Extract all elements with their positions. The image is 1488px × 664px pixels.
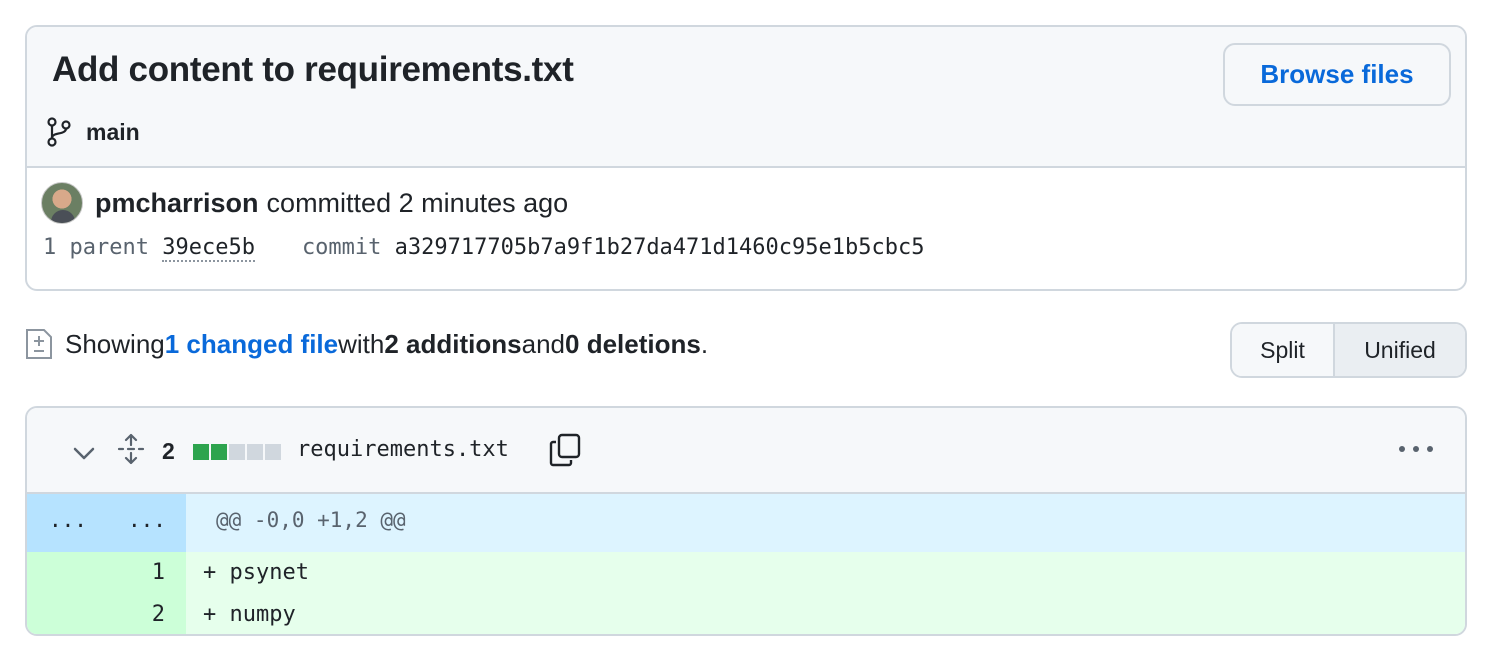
hunk-header: @@ -0,0 +1,2 @@ (216, 508, 406, 532)
commit-box: Add content to requirements.txt Browse f… (25, 25, 1467, 291)
branch: main (46, 117, 140, 147)
expand-left-button[interactable]: ... (49, 508, 87, 532)
summary-suffix: . (700, 328, 709, 359)
line-code: + numpy (203, 602, 296, 627)
diffstat-block-added (193, 444, 209, 460)
diffstat-block-added (211, 444, 227, 460)
file-header: 2 requirements.txt (27, 408, 1465, 494)
diffstat-block-neutral (265, 444, 281, 460)
line-gutter: 1 (27, 552, 186, 594)
file-name-link[interactable]: requirements.txt (297, 437, 509, 462)
diff-summary: Showing 1 changed file with 2 additions … (25, 328, 708, 360)
chevron-down-icon[interactable] (71, 440, 97, 466)
commit-sha: a329717705b7a9f1b27da471d1460c95e1b5cbc5 (394, 235, 925, 260)
diff-view-toggle: Split Unified (1230, 322, 1467, 378)
split-view-button[interactable]: Split (1232, 324, 1335, 376)
parent-label: 1 parent (43, 235, 163, 260)
changed-files-link[interactable]: 1 changed file (165, 329, 338, 360)
summary-prefix: Showing (65, 328, 165, 359)
line-gutter: 2 (27, 594, 186, 634)
unified-view-button[interactable]: Unified (1335, 324, 1465, 376)
diffstat-bar (193, 444, 281, 460)
commit-label: commit (301, 235, 395, 260)
line-code: + psynet (203, 560, 309, 585)
commit-time: committed 2 minutes ago (266, 187, 569, 218)
file-diff-icon (26, 329, 52, 359)
hunk-header-row: ... ... @@ -0,0 +1,2 @@ (27, 494, 1465, 552)
file-diff: 2 requirements.txt ... ... @@ -0,0 +1,2 … (25, 406, 1467, 636)
parent-sha-link[interactable]: 39ece5b (162, 235, 255, 262)
git-branch-icon (47, 117, 71, 147)
change-count: 2 (162, 438, 175, 464)
diff-line: 1 + psynet (27, 552, 1465, 594)
kebab-menu-icon[interactable] (1397, 442, 1435, 456)
diffstat-block-neutral (247, 444, 263, 460)
copy-icon[interactable] (549, 433, 581, 467)
line-number[interactable]: 1 (127, 560, 165, 585)
branch-name[interactable]: main (86, 119, 140, 146)
expand-right-button[interactable]: ... (128, 508, 166, 532)
browse-files-button[interactable]: Browse files (1223, 43, 1451, 106)
hunk-gutter: ... ... (27, 494, 186, 552)
author-name[interactable]: pmcharrison (95, 188, 259, 219)
commit-header: Add content to requirements.txt Browse f… (27, 27, 1465, 168)
additions-count: 2 additions (384, 328, 522, 359)
diffstat-block-neutral (229, 444, 245, 460)
diff-line: 2 + numpy (27, 594, 1465, 634)
line-number[interactable]: 2 (127, 602, 165, 627)
deletions-count: 0 deletions (565, 328, 701, 359)
summary-with: with (338, 328, 385, 359)
commit-title: Add content to requirements.txt (52, 50, 574, 89)
avatar[interactable] (41, 182, 83, 224)
summary-and: and (521, 328, 566, 359)
unfold-icon[interactable] (117, 433, 145, 465)
author-row: pmcharrison committed 2 minutes ago (41, 182, 568, 224)
sha-row: 1 parent 39ece5b commit a329717705b7a9f1… (43, 235, 924, 262)
